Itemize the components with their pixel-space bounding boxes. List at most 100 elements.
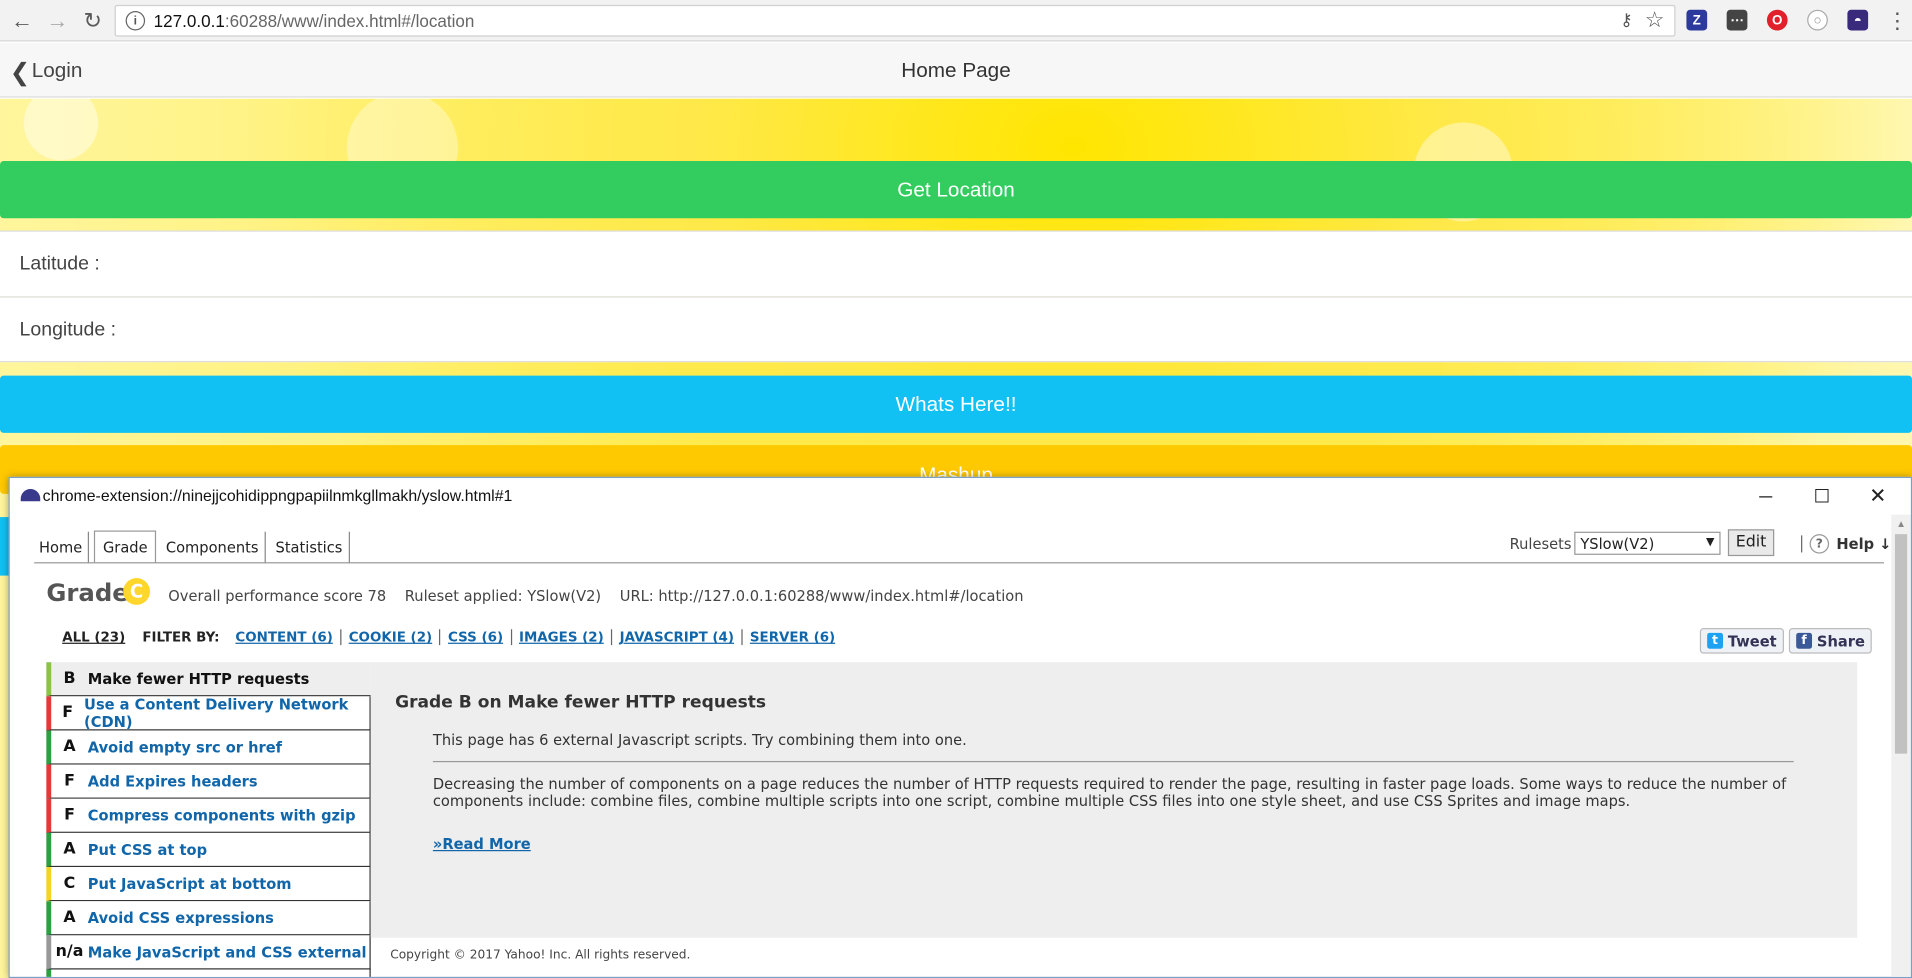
tab-bar: Home Grade Components Statistics <box>34 530 354 564</box>
filter-by-label: FILTER BY: <box>142 629 220 646</box>
yslow-extension-icon[interactable]: ◓ <box>1847 9 1869 31</box>
tweet-label: Tweet <box>1727 632 1777 650</box>
latitude-item: Latitude : <box>0 230 1912 297</box>
url-text[interactable]: 127.0.0.1:60288/www/index.html#/location <box>154 11 475 31</box>
filter-css[interactable]: CSS (6) <box>448 629 512 646</box>
rule-grade: n/a <box>55 942 84 961</box>
tab-divider <box>34 562 1884 564</box>
rule-grade: C <box>63 874 76 893</box>
reload-icon[interactable]: ↻ <box>79 7 106 34</box>
rule-item[interactable] <box>46 969 371 977</box>
minimize-icon[interactable]: ─ <box>1738 480 1794 512</box>
rule-item[interactable]: A Avoid CSS expressions <box>46 901 371 936</box>
filter-server[interactable]: SERVER (6) <box>750 629 843 645</box>
divider <box>1801 535 1803 553</box>
edit-button[interactable]: Edit <box>1727 529 1775 557</box>
rule-name[interactable]: Make fewer HTTP requests <box>88 670 310 687</box>
rule-name[interactable]: Avoid empty src or href <box>88 738 282 755</box>
share-button[interactable]: f Share <box>1788 628 1873 654</box>
chevron-left-icon[interactable]: ❮ <box>10 57 30 87</box>
whats-here-button[interactable]: Whats Here!! <box>0 375 1912 433</box>
latitude-label: Latitude : <box>19 253 100 275</box>
address-bar[interactable]: i 127.0.0.1:60288/www/index.html#/locati… <box>114 4 1676 37</box>
grade-badge: C <box>123 578 150 605</box>
yslow-logo-icon <box>20 489 41 502</box>
get-location-button[interactable]: Get Location <box>0 160 1912 219</box>
menu-kebab-icon[interactable]: ⋮ <box>1886 8 1908 33</box>
rule-item[interactable]: A Avoid empty src or href <box>46 730 371 765</box>
grade-heading: Grade <box>46 578 129 608</box>
rules-list: B Make fewer HTTP requests F Use a Content … <box>46 662 371 977</box>
back-button-label[interactable]: Login <box>32 59 83 83</box>
key-icon[interactable]: ⚷ <box>1620 10 1633 31</box>
popup-url: chrome-extension://ninejjcohidippngpapii… <box>42 486 513 505</box>
scroll-up-icon[interactable]: ▲ <box>1891 515 1911 532</box>
bookmark-star-icon[interactable]: ☆ <box>1645 7 1665 33</box>
tab-grade[interactable]: Grade <box>94 530 157 564</box>
rule-name[interactable]: Add Expires headers <box>88 773 258 790</box>
rule-grade: A <box>63 737 76 757</box>
back-arrow-icon[interactable]: ← <box>9 7 36 34</box>
score-summary: Overall performance score 78 Ruleset app… <box>168 587 1024 605</box>
rule-item[interactable]: F Use a Content Delivery Network (CDN) <box>46 696 371 731</box>
rule-item[interactable]: B Make fewer HTTP requests <box>46 662 371 697</box>
rule-grade: F <box>64 806 75 825</box>
filter-all[interactable]: ALL (23) <box>62 629 125 645</box>
rule-grade: F <box>62 703 74 722</box>
close-icon[interactable]: ✕ <box>1850 480 1906 512</box>
rule-name[interactable]: Make JavaScript and CSS external <box>88 943 367 960</box>
browser-toolbar: ← → ↻ i 127.0.0.1:60288/www/index.html#/… <box>0 0 1912 42</box>
rule-grade: A <box>63 908 76 927</box>
detail-message: This page has 6 external Javascript scri… <box>432 732 1794 763</box>
rule-name[interactable]: Put CSS at top <box>88 841 207 858</box>
app-header: Home Page ❮ Login <box>0 42 1912 98</box>
dots-extension-icon[interactable]: ⋯ <box>1726 9 1748 31</box>
circle-extension-icon[interactable]: ○ <box>1807 9 1828 31</box>
forward-arrow-icon[interactable]: → <box>44 7 71 34</box>
screen: ← → ↻ i 127.0.0.1:60288/www/index.html#/… <box>0 0 1912 978</box>
rule-item[interactable]: C Put JavaScript at bottom <box>46 867 371 902</box>
z-extension-icon[interactable]: Z <box>1686 9 1708 31</box>
rule-detail-panel: Grade B on Make fewer HTTP requests This… <box>370 662 1858 938</box>
opera-extension-icon[interactable]: O <box>1766 9 1788 31</box>
popup-titlebar[interactable]: chrome-extension://ninejjcohidippngpapii… <box>9 478 1911 515</box>
help-label[interactable]: Help ↓ <box>1836 535 1891 552</box>
yslow-content: Home Grade Components Statistics Ruleset… <box>10 515 1894 977</box>
rule-item[interactable]: A Put CSS at top <box>46 832 371 868</box>
rulesets-label: Rulesets <box>1509 535 1572 553</box>
rule-name[interactable]: Compress components with gzip <box>88 807 356 824</box>
longitude-item: Longitude : <box>0 296 1912 363</box>
detail-body: Decreasing the number of components on a… <box>432 775 1787 810</box>
rule-name[interactable]: Put JavaScript at bottom <box>88 875 292 892</box>
filter-cookie[interactable]: COOKIE (2) <box>349 629 441 646</box>
popup-scrollbar[interactable]: ▲ <box>1891 514 1911 977</box>
rulesets-select[interactable]: YSlow(V2) ▼ <box>1574 531 1721 555</box>
rule-item[interactable]: F Add Expires headers <box>46 764 371 799</box>
rule-item[interactable]: F Compress components with gzip <box>46 798 371 833</box>
page-title: Home Page <box>901 58 1011 82</box>
rule-grade: B <box>63 669 76 688</box>
filter-javascript[interactable]: JAVASCRIPT (4) <box>620 629 743 646</box>
maximize-icon[interactable]: ☐ <box>1794 480 1850 512</box>
tab-statistics[interactable]: Statistics <box>271 531 350 564</box>
help-question-icon[interactable]: ? <box>1809 534 1830 554</box>
filter-bar: ALL (23) FILTER BY: CONTENT (6) COOKIE (… <box>62 629 850 646</box>
rule-grade: A <box>63 840 76 859</box>
tab-components[interactable]: Components <box>161 531 266 564</box>
tweet-button[interactable]: t Tweet <box>1699 628 1784 654</box>
filter-content[interactable]: CONTENT (6) <box>235 629 342 646</box>
rule-grade: F <box>64 771 75 791</box>
rule-item[interactable]: n/a Make JavaScript and CSS external <box>46 935 371 970</box>
tab-home[interactable]: Home <box>34 531 90 564</box>
scrollbar-thumb[interactable] <box>1894 534 1908 754</box>
longitude-label: Longitude : <box>19 319 117 341</box>
rule-name[interactable]: Use a Content Delivery Network (CDN) <box>84 696 369 730</box>
detail-title: Grade B on Make fewer HTTP requests <box>395 692 767 713</box>
help-menu[interactable]: ? Help ↓ <box>1801 534 1891 554</box>
info-icon[interactable]: i <box>125 10 146 31</box>
twitter-icon: t <box>1707 632 1724 649</box>
rule-name[interactable]: Avoid CSS expressions <box>88 909 274 926</box>
filter-images[interactable]: IMAGES (2) <box>519 629 613 646</box>
facebook-icon: f <box>1796 632 1813 649</box>
read-more-link[interactable]: »Read More <box>433 835 1833 852</box>
